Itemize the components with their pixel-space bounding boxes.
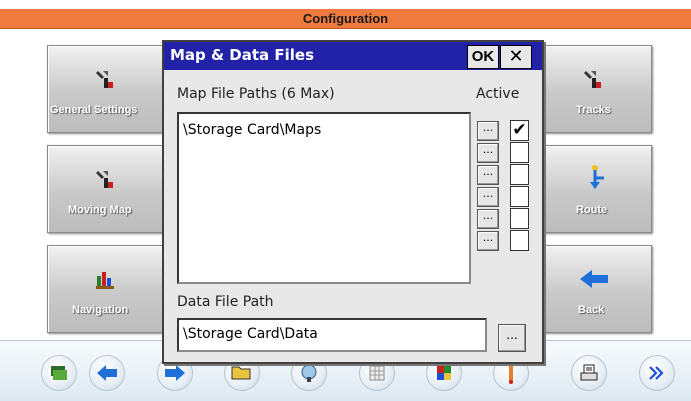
browse-button-4[interactable]: ... xyxy=(477,187,499,207)
folder-icon xyxy=(231,366,251,380)
more-icon xyxy=(649,366,664,380)
active-checkbox-5[interactable] xyxy=(510,208,529,229)
browse-button-2[interactable]: ... xyxy=(477,143,499,163)
tools-icon xyxy=(584,71,601,88)
app-title: Configuration xyxy=(302,11,389,26)
gps-icon xyxy=(301,364,317,382)
active-checkbox-3[interactable] xyxy=(510,164,529,185)
dialog-title: Map & Data Files xyxy=(170,46,315,64)
map-path-item[interactable]: \Storage Card\Maps xyxy=(183,122,321,138)
browse-button-5[interactable]: ... xyxy=(477,209,499,229)
arrow-left-icon xyxy=(97,365,117,381)
tools-icon xyxy=(96,171,113,188)
active-checkbox-1[interactable]: ✔ xyxy=(510,120,529,141)
tracks-label: Tracks xyxy=(576,104,611,116)
browse-button-6[interactable]: ... xyxy=(477,231,499,251)
printer-button[interactable] xyxy=(571,355,607,391)
close-button[interactable]: ✕ xyxy=(500,45,532,69)
back-tile[interactable]: Back xyxy=(533,245,652,333)
tracks-tile[interactable]: Tracks xyxy=(533,45,652,133)
data-path-value: \Storage Card\Data xyxy=(183,326,318,342)
color-grid-icon xyxy=(437,366,451,380)
map-paths-list[interactable]: \Storage Card\Maps xyxy=(177,112,471,284)
data-path-label: Data File Path xyxy=(177,294,274,310)
browse-button-3[interactable]: ... xyxy=(477,165,499,185)
data-path-field[interactable]: \Storage Card\Data xyxy=(177,318,487,352)
arrow-right-icon xyxy=(165,365,185,381)
active-checkbox-6[interactable] xyxy=(510,230,529,251)
grid-icon xyxy=(369,365,385,381)
navigation-tile[interactable]: Navigation xyxy=(47,245,166,333)
ok-button[interactable]: OK xyxy=(467,45,499,69)
navigation-label: Navigation xyxy=(72,304,129,316)
layers-icon xyxy=(51,366,67,380)
active-label: Active xyxy=(476,86,520,102)
app-title-bar: Configuration xyxy=(0,9,691,29)
browse-button-1[interactable]: ... xyxy=(477,121,499,141)
layers-button[interactable] xyxy=(41,355,77,391)
general-settings-label: General Settings xyxy=(50,104,138,116)
tools-icon xyxy=(96,71,113,88)
route-label: Route xyxy=(576,204,608,216)
map-paths-label: Map File Paths (6 Max) xyxy=(177,86,335,102)
moving-map-label: Moving Map xyxy=(68,204,132,216)
general-settings-tile[interactable]: General Settings xyxy=(47,45,166,133)
data-path-browse-button[interactable]: ... xyxy=(498,324,526,352)
arrow-left-button[interactable] xyxy=(89,355,125,391)
more-button[interactable] xyxy=(639,355,675,391)
back-arrow-icon xyxy=(580,270,608,288)
route-icon xyxy=(590,165,604,189)
back-label: Back xyxy=(578,304,605,316)
map-data-files-dialog: Map & Data Files OK ✕ Map File Paths (6 … xyxy=(162,40,544,364)
printer-icon xyxy=(580,364,598,381)
route-tile[interactable]: Route xyxy=(533,145,652,233)
checkmark-icon: ✔ xyxy=(512,120,527,140)
marker-icon xyxy=(509,364,513,384)
close-icon: ✕ xyxy=(508,46,524,67)
active-checkbox-4[interactable] xyxy=(510,186,529,207)
moving-map-tile[interactable]: Moving Map xyxy=(47,145,166,233)
active-checkbox-2[interactable] xyxy=(510,142,529,163)
navigation-tools-icon xyxy=(96,272,114,289)
dialog-title-bar: Map & Data Files OK ✕ xyxy=(164,42,542,70)
